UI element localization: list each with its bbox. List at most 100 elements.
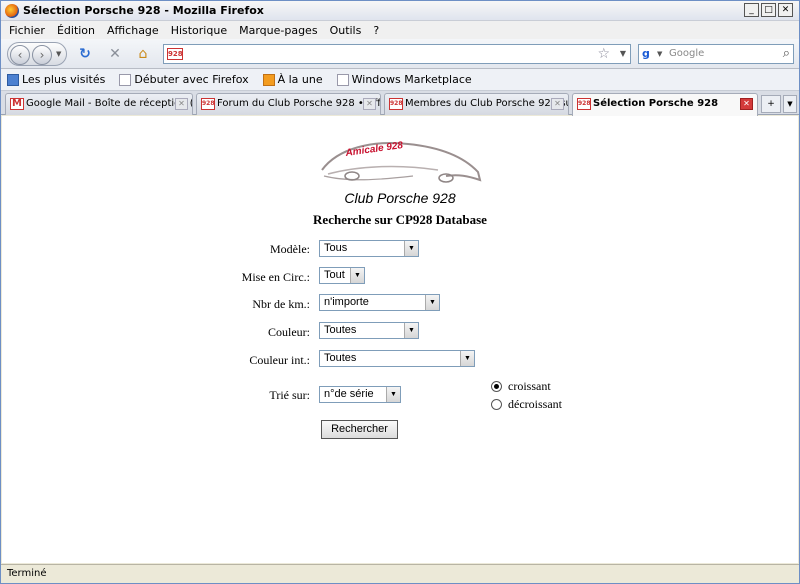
order-descending-option[interactable]: décroissant — [491, 397, 562, 412]
search-input[interactable]: g ▼ Google ⌕ — [638, 44, 794, 64]
bookmark-label: Windows Marketplace — [351, 73, 472, 86]
search-button[interactable]: Rechercher — [321, 420, 398, 439]
gmail-icon: M — [10, 98, 24, 110]
title-bar: Sélection Porsche 928 - Mozilla Firefox … — [1, 1, 799, 21]
close-tab-icon[interactable]: ✕ — [740, 98, 753, 110]
page-content: Amicale 928 Club Porsche 928 Recherche s… — [2, 116, 798, 563]
ascending-label: croissant — [508, 379, 551, 393]
descending-label: décroissant — [508, 397, 562, 411]
tab-label: Forum du Club Porsche 928 • Affic... — [217, 98, 381, 109]
km-select[interactable]: n'importe ▼ — [319, 294, 440, 311]
radio-ascending[interactable] — [491, 381, 502, 392]
couleur-label: Couleur: — [268, 325, 310, 339]
tab-dropdown-icon[interactable]: ▼ — [783, 95, 797, 113]
modele-value: Tous — [324, 242, 348, 254]
bookmarks-toolbar: Les plus visités Débuter avec Firefox À … — [1, 69, 799, 91]
close-tab-icon[interactable]: ✕ — [175, 98, 188, 110]
tab-forum[interactable]: 928 Forum du Club Porsche 928 • Affic...… — [196, 93, 381, 115]
club-logo: Amicale 928 — [321, 140, 482, 183]
tri-select[interactable]: n°de série ▼ — [319, 386, 401, 403]
menu-fichier[interactable]: Fichier — [9, 24, 45, 37]
couleur-int-label: Couleur int.: — [249, 353, 310, 367]
url-dropdown-icon[interactable]: ▼ — [620, 49, 626, 58]
tab-membres[interactable]: 928 Membres du Club Porsche 928 sur ... … — [384, 93, 569, 115]
back-forward-group: ‹ › ▼ — [7, 42, 67, 66]
site-favicon: 928 — [577, 98, 591, 110]
mise-en-circ-label: Mise en Circ.: — [241, 270, 310, 284]
site-favicon: 928 — [167, 48, 183, 60]
home-icon[interactable]: ⌂ — [135, 46, 151, 62]
window-controls: _ □ ✕ — [744, 3, 793, 17]
modele-label: Modèle: — [270, 242, 310, 256]
bookmark-item[interactable]: Windows Marketplace — [336, 73, 472, 86]
database-title: Recherche sur CP928 Database — [313, 212, 487, 227]
bookmark-label: Débuter avec Firefox — [134, 73, 249, 86]
forward-icon[interactable]: › — [32, 45, 52, 65]
back-icon[interactable]: ‹ — [10, 45, 30, 65]
close-tab-icon[interactable]: ✕ — [551, 98, 564, 110]
reload-icon[interactable]: ↻ — [77, 46, 93, 62]
menu-marque-pages[interactable]: Marque-pages — [239, 24, 317, 37]
menu-historique[interactable]: Historique — [171, 24, 227, 37]
tab-label: Google Mail - Boîte de réception (2)... — [26, 98, 192, 109]
tri-value: n°de série — [324, 388, 374, 400]
menu-edition[interactable]: Édition — [57, 24, 95, 37]
mise-en-circ-value: Tout — [324, 269, 345, 281]
window-title: Sélection Porsche 928 - Mozilla Firefox — [23, 4, 264, 17]
maximize-button[interactable]: □ — [761, 3, 776, 17]
club-title: Club Porsche 928 — [344, 190, 456, 206]
search-placeholder: Google — [669, 48, 705, 59]
couleur-select[interactable]: Toutes ▼ — [319, 322, 419, 339]
url-input[interactable]: 928 ☆ ▼ — [163, 44, 631, 64]
engine-dropdown-icon[interactable]: ▼ — [657, 50, 662, 58]
close-window-button[interactable]: ✕ — [778, 3, 793, 17]
km-value: n'importe — [324, 296, 369, 308]
rss-icon — [262, 73, 275, 86]
status-text: Terminé — [7, 568, 47, 579]
chevron-down-icon: ▼ — [404, 323, 418, 338]
bookmark-item[interactable]: Les plus visités — [7, 73, 105, 86]
google-engine-icon[interactable]: g — [642, 47, 656, 61]
chevron-down-icon: ▼ — [404, 241, 418, 256]
mise-en-circ-select[interactable]: Tout ▼ — [319, 267, 365, 284]
minimize-button[interactable]: _ — [744, 3, 759, 17]
couleur-value: Toutes — [324, 324, 357, 336]
chevron-down-icon: ▼ — [425, 295, 439, 310]
tab-google-mail[interactable]: M Google Mail - Boîte de réception (2)..… — [5, 93, 193, 115]
stop-icon[interactable]: ✕ — [107, 46, 123, 62]
bookmarks-icon — [7, 73, 19, 86]
tab-strip: M Google Mail - Boîte de réception (2)..… — [1, 91, 799, 116]
bookmark-label: Les plus visités — [22, 73, 106, 86]
site-favicon: 928 — [201, 98, 215, 110]
page-icon — [119, 73, 132, 86]
chevron-down-icon: ▼ — [460, 351, 474, 366]
km-label: Nbr de km.: — [252, 297, 310, 311]
firefox-logo-icon — [5, 4, 19, 18]
radio-descending[interactable] — [491, 399, 502, 410]
close-tab-icon[interactable]: ✕ — [363, 98, 376, 110]
page-icon — [336, 73, 349, 86]
bookmark-item[interactable]: À la une — [262, 73, 323, 86]
couleur-int-value: Toutes — [324, 352, 357, 364]
bookmark-star-icon[interactable]: ☆ — [597, 46, 610, 62]
menu-outils[interactable]: Outils — [330, 24, 362, 37]
navigation-toolbar: ‹ › ▼ ↻ ✕ ⌂ 928 ☆ ▼ g ▼ Google ⌕ — [1, 39, 799, 69]
modele-select[interactable]: Tous ▼ — [319, 240, 419, 257]
bookmark-label: À la une — [277, 73, 323, 86]
status-bar: Terminé — [1, 564, 799, 583]
menu-affichage[interactable]: Affichage — [107, 24, 159, 37]
couleur-int-select[interactable]: Toutes ▼ — [319, 350, 475, 367]
tri-label: Trié sur: — [269, 388, 310, 402]
browser-window: Sélection Porsche 928 - Mozilla Firefox … — [0, 0, 800, 584]
bookmark-item[interactable]: Débuter avec Firefox — [119, 73, 249, 86]
history-dropdown-icon[interactable]: ▼ — [56, 50, 61, 58]
tab-selection[interactable]: 928 Sélection Porsche 928 ✕ — [572, 93, 758, 116]
search-icon[interactable]: ⌕ — [783, 46, 790, 61]
tab-label: Sélection Porsche 928 — [593, 98, 719, 109]
logo-text: Amicale 928 — [344, 140, 404, 159]
list-tabs-icon[interactable]: + — [761, 95, 781, 113]
menu-aide[interactable]: ? — [373, 24, 379, 37]
chevron-down-icon: ▼ — [350, 268, 364, 283]
menu-bar: Fichier Édition Affichage Historique Mar… — [1, 21, 799, 39]
order-ascending-option[interactable]: croissant — [491, 379, 551, 394]
